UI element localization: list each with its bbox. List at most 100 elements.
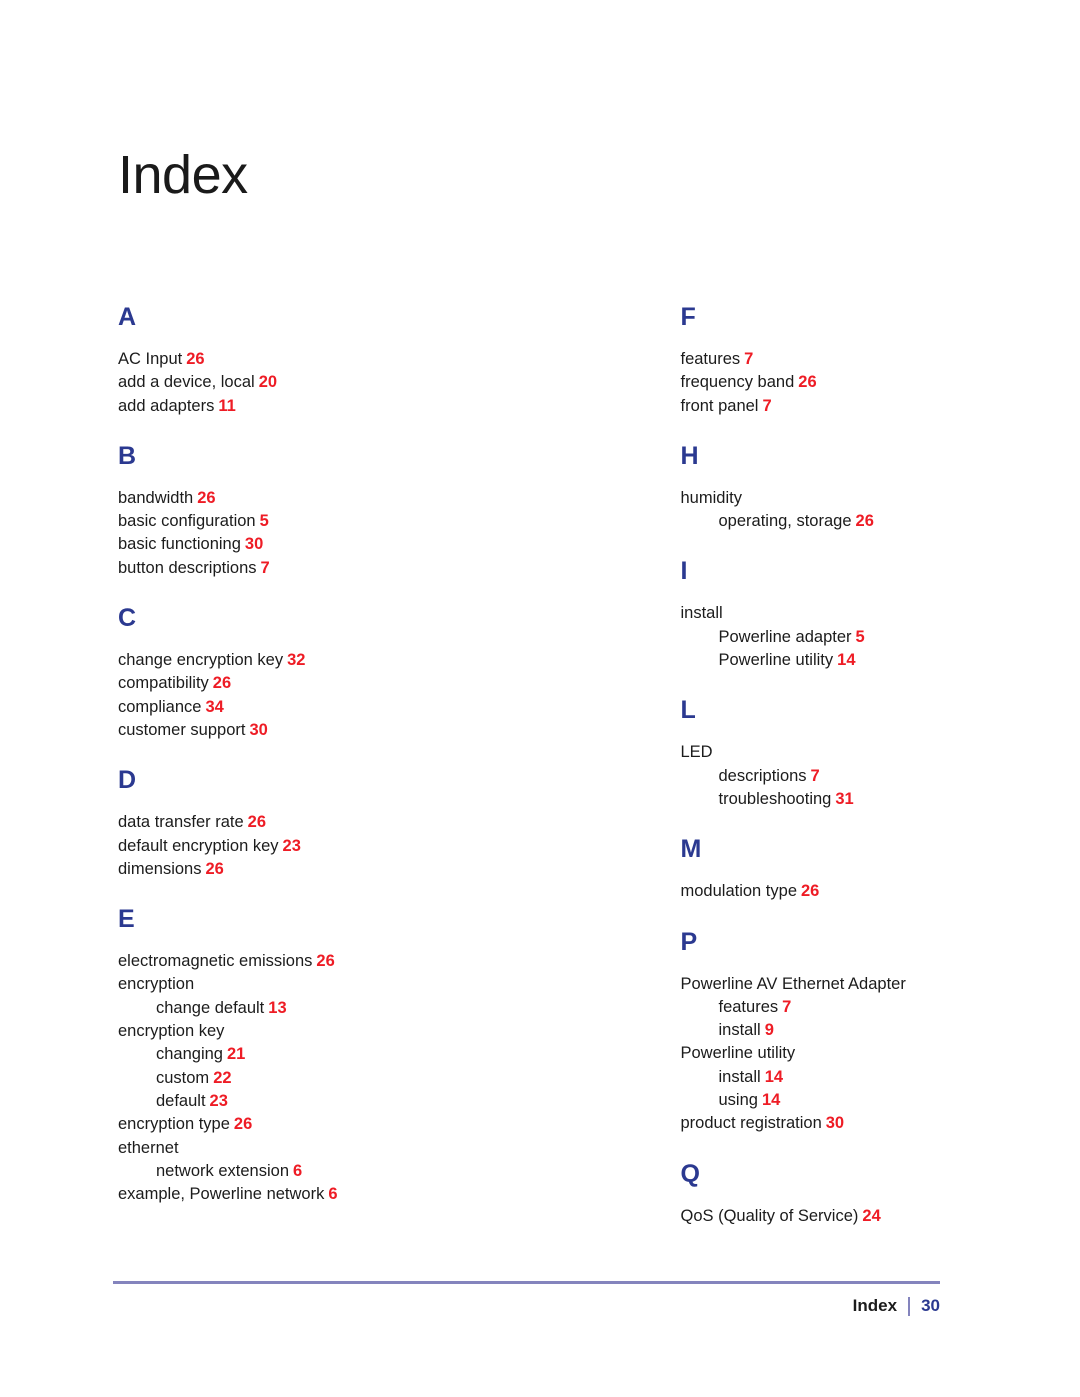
index-entry-page-number[interactable]: 26 [205, 860, 223, 878]
index-entry-page-number[interactable]: 22 [213, 1069, 231, 1087]
index-entry[interactable]: dimensions 26 [118, 858, 386, 881]
index-subentry[interactable]: install 9 [681, 1019, 949, 1042]
index-entry-page-number[interactable]: 26 [197, 489, 215, 507]
index-subentry[interactable]: changing 21 [118, 1043, 386, 1066]
index-entry[interactable]: electromagnetic emissions 26 [118, 950, 386, 973]
index-subentry[interactable]: Powerline utility 14 [681, 649, 949, 672]
index-entry[interactable]: product registration 30 [681, 1112, 949, 1135]
index-entry[interactable]: compatibility 26 [118, 672, 386, 695]
index-entry[interactable]: front panel 7 [681, 395, 949, 418]
index-entry-page-number[interactable]: 30 [249, 721, 267, 739]
index-subentry[interactable]: custom 22 [118, 1067, 386, 1090]
index-subentry[interactable]: default 23 [118, 1090, 386, 1113]
index-entry[interactable]: encryption type 26 [118, 1113, 386, 1136]
page-title: Index [118, 145, 248, 205]
index-subentry[interactable]: install 14 [681, 1066, 949, 1089]
index-entry[interactable]: encryption key [118, 1020, 386, 1043]
index-entry[interactable]: example, Powerline network 6 [118, 1183, 386, 1206]
index-section-m: Mmodulation type 26 [681, 837, 949, 903]
index-entry-page-number[interactable]: 7 [744, 350, 753, 368]
index-entry-page-number[interactable]: 7 [261, 559, 270, 577]
index-entry-page-number[interactable]: 24 [862, 1207, 880, 1225]
index-entry[interactable]: compliance 34 [118, 696, 386, 719]
index-entry[interactable]: ethernet [118, 1137, 386, 1160]
index-entry[interactable]: data transfer rate 26 [118, 811, 386, 834]
index-entry[interactable]: Powerline utility [681, 1042, 949, 1065]
index-entry-page-number[interactable]: 9 [765, 1021, 774, 1039]
index-entry-page-number[interactable]: 30 [245, 535, 263, 553]
index-entry[interactable]: frequency band 26 [681, 371, 949, 394]
index-entry[interactable]: AC Input 26 [118, 348, 386, 371]
left-column: A AC Input 26 add a device, local 20 add adap… [118, 305, 386, 1254]
index-entry-page-number[interactable]: 14 [837, 651, 855, 669]
index-entry-label: change encryption key [118, 651, 284, 670]
index-entry-label: front panel [680, 396, 759, 415]
index-entry-page-number[interactable]: 7 [782, 998, 791, 1016]
index-entry[interactable]: LED [681, 741, 949, 764]
index-entry-page-number[interactable]: 6 [328, 1185, 337, 1203]
index-section-q: Q QoS (Quality of Service) 24 [680, 1159, 949, 1228]
index-entry[interactable]: add a device, local 20 [118, 371, 386, 394]
index-entry[interactable]: QoS (Quality of Service) 24 [681, 1205, 949, 1228]
index-entry-page-number[interactable]: 26 [234, 1115, 252, 1133]
index-entry[interactable]: encryption [118, 973, 386, 996]
index-entry-page-number[interactable]: 26 [798, 373, 816, 391]
index-entry[interactable]: bandwidth 26 [118, 487, 386, 510]
index-entry[interactable]: humidity [681, 487, 949, 510]
index-entry[interactable]: button descriptions 7 [118, 557, 386, 580]
index-entry-page-number[interactable]: 26 [186, 350, 204, 368]
index-section-e: Eelectromagnetic emissions 26 encryption ch… [118, 907, 386, 1206]
index-entry-label: encryption key [118, 1022, 225, 1041]
index-entry-list: features 7 frequency band 26 front panel 7 [681, 348, 949, 418]
index-entry-label: example, Powerline network [118, 1185, 325, 1204]
index-entry-page-number[interactable]: 6 [293, 1162, 302, 1180]
index-entry-page-number[interactable]: 14 [762, 1091, 780, 1109]
section-letter: H [680, 441, 699, 470]
index-entry-page-number[interactable]: 11 [218, 397, 235, 415]
index-entry-page-number[interactable]: 20 [259, 373, 277, 391]
index-entry[interactable]: modulation type 26 [681, 880, 949, 903]
index-subentry[interactable]: operating, storage 26 [681, 510, 949, 533]
index-entry-page-number[interactable]: 7 [762, 397, 771, 415]
index-entry[interactable]: basic configuration 5 [118, 510, 386, 533]
index-entry-page-number[interactable]: 26 [248, 813, 266, 831]
index-entry-page-number[interactable]: 26 [801, 882, 819, 900]
index-subentry[interactable]: features 7 [681, 996, 949, 1019]
index-entry-label: humidity [680, 488, 742, 507]
index-entry-page-number[interactable]: 23 [210, 1092, 228, 1110]
index-entry-page-number[interactable]: 23 [283, 837, 301, 855]
index-entry-page-number[interactable]: 5 [260, 512, 269, 530]
index-entry[interactable]: add adapters 11 [118, 395, 386, 418]
index-entry-page-number[interactable]: 26 [316, 952, 334, 970]
index-entry-page-number[interactable]: 32 [287, 651, 305, 669]
index-entry[interactable]: default encryption key 23 [118, 835, 386, 858]
index-subentry[interactable]: change default 13 [118, 997, 386, 1020]
index-entry-page-number[interactable]: 5 [856, 628, 865, 646]
index-entry[interactable]: features 7 [681, 348, 949, 371]
index-entry[interactable]: customer support 30 [118, 719, 386, 742]
index-entry-page-number[interactable]: 30 [826, 1114, 844, 1132]
index-subentry[interactable]: using 14 [681, 1089, 949, 1112]
index-entry-list: humidity operating, storage 26 [681, 487, 949, 534]
index-entry[interactable]: basic functioning 30 [118, 533, 386, 556]
section-letter: Q [680, 1159, 700, 1188]
index-entry[interactable]: install [681, 602, 949, 625]
index-entry-label: basic functioning [118, 535, 241, 554]
index-entry-label: encryption [118, 975, 195, 994]
index-subentry[interactable]: troubleshooting 31 [681, 788, 949, 811]
index-entry-label: frequency band [680, 373, 795, 392]
index-entry-page-number[interactable]: 31 [835, 790, 853, 808]
index-entry-page-number[interactable]: 13 [268, 999, 286, 1017]
index-entry-page-number[interactable]: 26 [213, 674, 231, 692]
index-subentry[interactable]: descriptions 7 [681, 765, 949, 788]
index-entry-page-number[interactable]: 7 [811, 767, 820, 785]
index-entry-page-number[interactable]: 26 [856, 512, 874, 530]
section-letter: M [680, 835, 702, 864]
index-subentry[interactable]: Powerline adapter 5 [681, 626, 949, 649]
index-entry[interactable]: change encryption key 32 [118, 649, 386, 672]
index-subentry[interactable]: network extension 6 [118, 1160, 386, 1183]
index-entry[interactable]: Powerline AV Ethernet Adapter [681, 973, 949, 996]
index-entry-page-number[interactable]: 21 [227, 1045, 245, 1063]
index-entry-page-number[interactable]: 14 [765, 1068, 783, 1086]
index-entry-page-number[interactable]: 34 [205, 698, 223, 716]
